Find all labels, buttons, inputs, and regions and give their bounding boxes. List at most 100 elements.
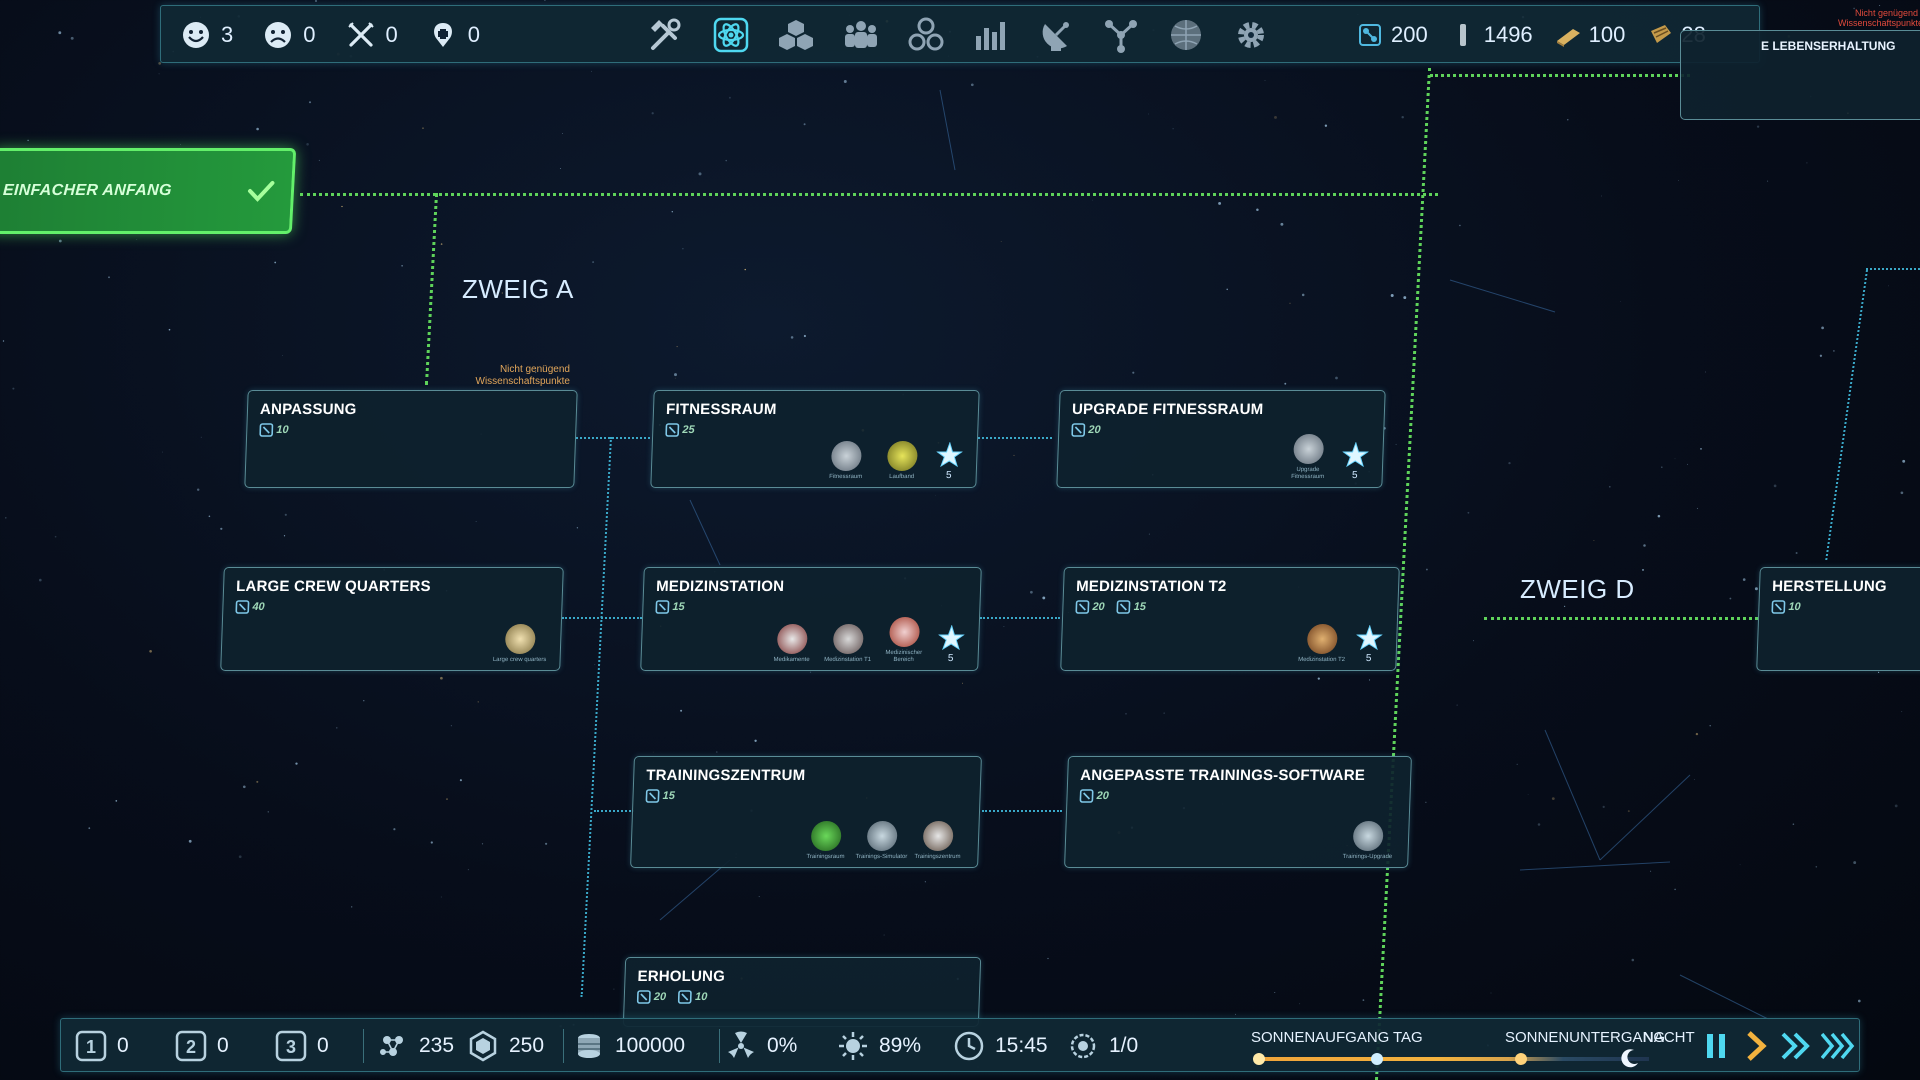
science-cost: 15 (655, 600, 685, 614)
star-reward: 5 (935, 625, 966, 664)
build-button[interactable] (645, 14, 687, 56)
node-title: UPGRADE FITNESSRAUM (1071, 401, 1264, 418)
divider (719, 1029, 720, 1063)
unlock-caption: Medikamente (773, 657, 810, 663)
unlock-item[interactable]: Medizinstation T2 (1293, 624, 1350, 664)
unlock-item[interactable]: Large crew quarters (491, 624, 548, 664)
tech-node-upgrade-fitnessraum[interactable]: UPGRADE FITNESSRAUM 20 Upgrade Fitnessra… (1056, 390, 1386, 488)
hexagon-capacity-icon (469, 1030, 497, 1062)
research-points-icon (259, 423, 274, 437)
star-icon (1355, 625, 1383, 651)
molecules-value: 235 (419, 1034, 455, 1057)
connector-herstellung (1484, 617, 1758, 620)
research-button[interactable] (710, 14, 752, 56)
modules-button[interactable] (905, 14, 947, 56)
tech-node-fitnessraum[interactable]: FITNESSRAUM 25 Fitnessraum Laufband 5 (650, 390, 980, 488)
research-slot-2[interactable]: 2 0 (175, 1019, 229, 1073)
node-costs: 25 (665, 423, 707, 437)
tech-node-medizinstation-t2[interactable]: MEDIZINSTATION T2 20 15 Medizinstation T… (1060, 567, 1400, 671)
unlock-caption: Trainingszentrum (914, 854, 961, 860)
science-cost: 15 (645, 789, 675, 803)
titanium-value: 1496 (1483, 22, 1533, 47)
research-slot-3[interactable]: 3 0 (275, 1019, 329, 1073)
star-count: 5 (945, 470, 952, 481)
node-costs: 20 (1071, 423, 1113, 437)
tech-node-anpassung[interactable]: ANPASSUNG 10 (244, 390, 578, 488)
capacity-stat: 250 (467, 1019, 544, 1073)
star-reward: 5 (1340, 442, 1371, 481)
pause-button[interactable] (1697, 1027, 1735, 1065)
science-cost: 40 (235, 600, 265, 614)
fastest-speed-button[interactable] (1819, 1027, 1857, 1065)
star-icon (936, 442, 963, 468)
supplies-crate-icon (1651, 25, 1672, 43)
cost-value: 10 (1788, 601, 1801, 613)
sad-counter[interactable]: 0 (263, 20, 316, 50)
unlock-item[interactable]: Trainingsraum (797, 821, 854, 861)
fitness-room-icon (830, 441, 862, 471)
connector-top-right (1430, 74, 1690, 77)
svg-text:3: 3 (286, 1037, 296, 1057)
node-title: FITNESSRAUM (665, 401, 777, 418)
branch-a-label: ZWEIG A (462, 274, 574, 304)
unlock-caption: Fitnessraum (829, 474, 863, 480)
injury-count: 0 (467, 22, 480, 47)
gold-ingot-icon (1556, 29, 1580, 47)
main-tool-menu (645, 6, 1295, 64)
branch-d-label: ZWEIG D (1520, 574, 1635, 604)
network-button[interactable] (1100, 14, 1142, 56)
cost-value: 20 (653, 991, 667, 1003)
tech-node-trainingszentrum[interactable]: TRAININGSZENTRUM 15 Trainingsraum Traini… (630, 756, 982, 868)
unlock-item[interactable]: Medizinstation T1 (819, 624, 876, 664)
storage-button[interactable] (775, 14, 817, 56)
unlock-item[interactable]: Medizinischer Bereich (875, 617, 933, 664)
unlock-item[interactable]: Trainingszentrum (909, 821, 966, 861)
tech-node-einfacher-anfang[interactable]: EINFACHER ANFANG (0, 148, 297, 234)
settings-button[interactable] (1230, 14, 1272, 56)
play-icon (1747, 1031, 1767, 1061)
statistics-button[interactable] (970, 14, 1012, 56)
tech-node-large-crew-quarters[interactable]: LARGE CREW QUARTERS 40 Large crew quarte… (220, 567, 564, 671)
crew-button[interactable] (840, 14, 882, 56)
night-label: NACHT (1643, 1029, 1695, 1046)
build-tools-icon (651, 18, 681, 50)
medicine-icon (776, 624, 808, 654)
injury-counter[interactable]: 0 (428, 20, 480, 50)
unlock-item[interactable]: Trainings-Upgrade (1339, 821, 1396, 861)
node-unlocks: Medizinstation T2 5 (1293, 624, 1384, 664)
science-cost: 15 (1116, 600, 1146, 614)
unlock-item[interactable]: Fitnessraum (818, 441, 875, 481)
research-atom-icon (713, 17, 749, 53)
unlock-item[interactable]: Trainings-Simulator (853, 821, 910, 861)
training-simulator-icon (866, 821, 898, 851)
unlock-item[interactable]: Laufband (874, 441, 931, 481)
fast-speed-button[interactable] (1777, 1027, 1815, 1065)
training-room-icon (810, 821, 842, 851)
medical-station-icon (832, 624, 864, 654)
tech-node-herstellung[interactable]: HERSTELLUNG 10 (1756, 567, 1920, 671)
sad-count: 0 (303, 22, 316, 47)
tech-node-medizinstation[interactable]: MEDIZINSTATION 15 Medikamente Medizinsta… (640, 567, 982, 671)
node-costs: 15 (655, 600, 697, 614)
communication-button[interactable] (1035, 14, 1077, 56)
hunger-counter[interactable]: 0 (346, 20, 398, 50)
unlock-item[interactable]: Upgrade Fitnessraum (1280, 434, 1338, 481)
science-cost: 20 (636, 990, 667, 1004)
training-upgrade-icon (1352, 821, 1384, 851)
normal-speed-button[interactable] (1737, 1027, 1775, 1065)
tech-node-lebenserhaltung[interactable]: E LEBENSERHALTUNG (1680, 30, 1920, 120)
tech-node-trainings-software[interactable]: ANGEPASSTE TRAININGS-SOFTWARE 20 Trainin… (1064, 756, 1412, 868)
research-slot-3-icon: 3 (275, 1030, 307, 1062)
research-points: 200 (1357, 21, 1428, 49)
tech-node-erholung[interactable]: ERHOLUNG 20 10 (622, 957, 982, 1027)
not-enough-science-warning: Nicht genügend Wissenschaftspunkte (475, 364, 571, 387)
unlock-item[interactable]: Medikamente (763, 624, 820, 664)
bottom-status-bar: 1 0 2 0 3 0 235 250 100000 0% 89% 15:45 … (60, 1018, 1860, 1072)
research-slot-1[interactable]: 1 0 (75, 1019, 129, 1073)
research-points-icon (1071, 423, 1086, 437)
map-button[interactable] (1165, 14, 1207, 56)
svg-text:1: 1 (86, 1037, 96, 1057)
statistics-icon (976, 22, 1005, 50)
happy-counter[interactable]: 3 (181, 20, 233, 50)
radiation-value: 0% (767, 1034, 798, 1057)
